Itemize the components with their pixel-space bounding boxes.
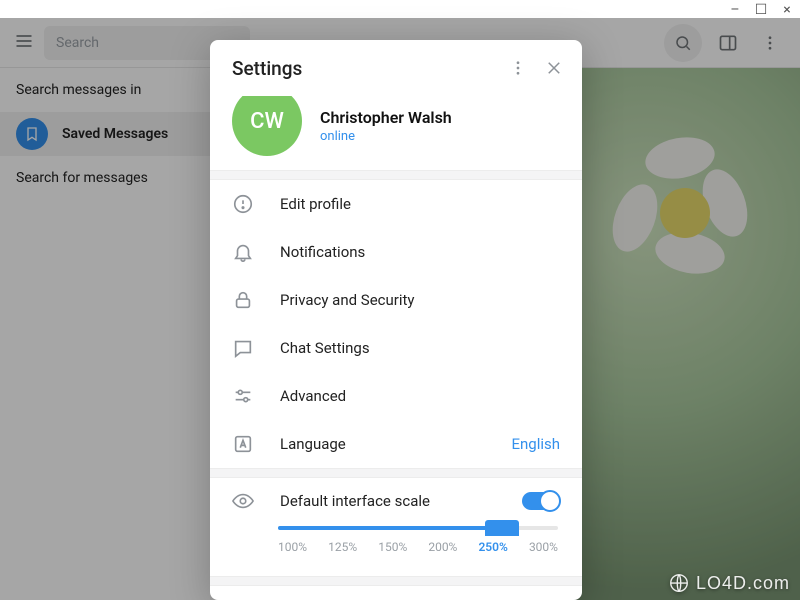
section-separator — [210, 576, 582, 586]
profile-name: Christopher Walsh — [320, 108, 452, 127]
section-separator — [210, 468, 582, 478]
scale-slider[interactable] — [278, 526, 558, 530]
scale-option[interactable]: 200% — [428, 540, 457, 554]
language-icon — [232, 433, 254, 455]
menu-item-edit-profile[interactable]: Edit profile — [210, 180, 582, 228]
eye-icon — [232, 490, 254, 512]
menu-label: Advanced — [280, 387, 560, 405]
settings-more-icon[interactable] — [500, 50, 536, 86]
advanced-icon — [232, 385, 254, 407]
menu-label: Edit profile — [280, 195, 560, 213]
scale-toggle[interactable] — [522, 492, 560, 510]
menu-item-privacy[interactable]: Privacy and Security — [210, 276, 582, 324]
settings-title: Settings — [232, 57, 500, 80]
menu-item-language[interactable]: Language English — [210, 420, 582, 468]
menu-label: Chat Settings — [280, 339, 560, 357]
watermark: LO4D.com — [668, 572, 790, 594]
settings-close-button[interactable] — [536, 50, 572, 86]
profile-status: online — [320, 129, 452, 144]
scale-label: Default interface scale — [280, 492, 496, 510]
menu-label: Privacy and Security — [280, 291, 560, 309]
menu-value: English — [511, 435, 560, 453]
privacy-icon — [232, 289, 254, 311]
window-maximize-button[interactable]: ☐ — [752, 2, 770, 18]
menu-item-advanced[interactable]: Advanced — [210, 372, 582, 420]
scale-option[interactable]: 125% — [328, 540, 357, 554]
menu-item-notifications[interactable]: Notifications — [210, 228, 582, 276]
chat-settings-icon — [232, 337, 254, 359]
settings-modal: Settings CW Christopher Walsh online Edi… — [210, 40, 582, 600]
scale-option[interactable]: 300% — [529, 540, 558, 554]
scale-option[interactable]: 250% — [478, 540, 507, 554]
avatar: CW — [232, 96, 302, 156]
edit-profile-icon — [232, 193, 254, 215]
notifications-icon — [232, 241, 254, 263]
section-separator — [210, 170, 582, 180]
menu-label: Notifications — [280, 243, 560, 261]
scale-option[interactable]: 150% — [378, 540, 407, 554]
window-minimize-button[interactable]: – — [726, 2, 744, 18]
profile-row[interactable]: CW Christopher Walsh online — [210, 96, 582, 170]
scale-option[interactable]: 100% — [278, 540, 307, 554]
menu-label: Language — [280, 435, 485, 453]
menu-item-chat-settings[interactable]: Chat Settings — [210, 324, 582, 372]
window-close-button[interactable]: × — [778, 2, 796, 18]
settings-header: Settings — [210, 40, 582, 96]
